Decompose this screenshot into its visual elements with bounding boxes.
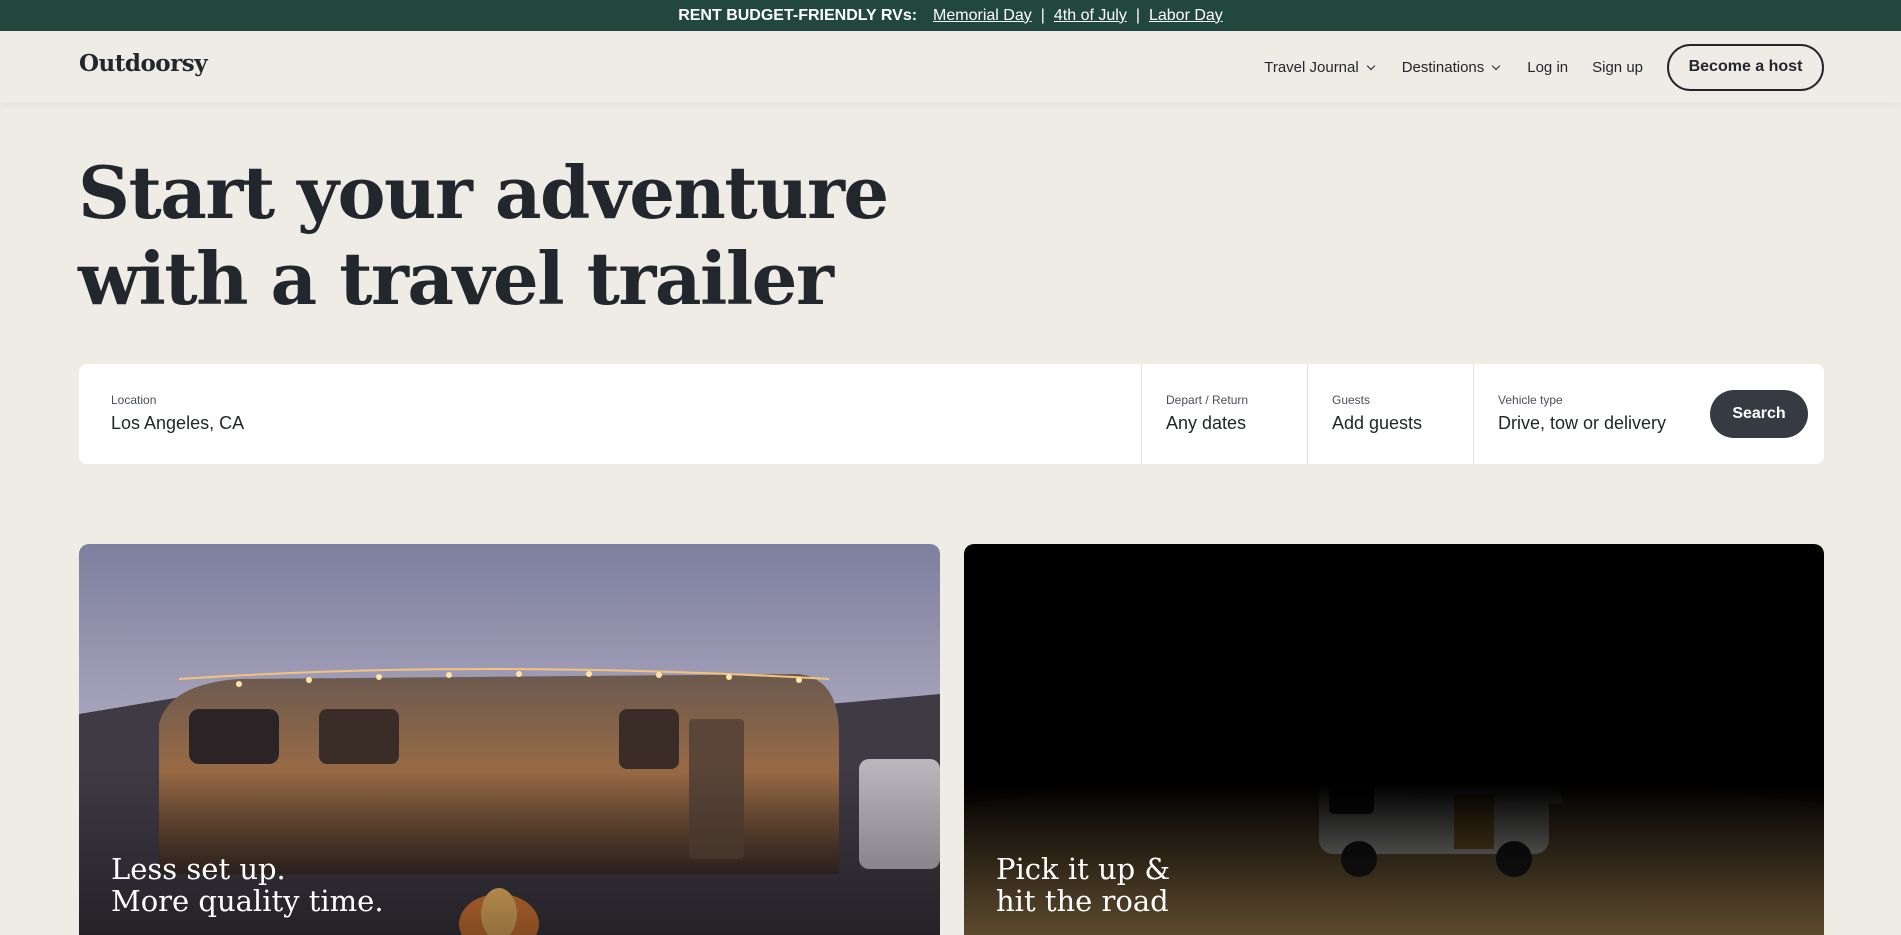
promo-card-campervan[interactable]: Pick it up & hit the road <box>964 544 1824 935</box>
hero-title-line2: with a travel trailer <box>78 236 834 321</box>
chevron-down-icon <box>1492 61 1501 70</box>
guests-field[interactable]: Guests Add guests <box>1332 364 1472 464</box>
card-title-campervan: Pick it up & hit the road <box>996 853 1170 917</box>
promo-link-memorial-day[interactable]: Memorial Day <box>933 7 1032 25</box>
dates-field[interactable]: Depart / Return Any dates <box>1166 364 1306 464</box>
chevron-down-icon <box>1366 61 1375 70</box>
vehicle-type-field[interactable]: Vehicle type Drive, tow or delivery <box>1498 364 1703 464</box>
card-title-trailer: Less set up. More quality time. <box>111 853 384 917</box>
promo-separator: | <box>1040 6 1045 24</box>
promo-card-trailer[interactable]: Less set up. More quality time. <box>79 544 940 935</box>
signup-link[interactable]: Sign up <box>1592 59 1643 76</box>
guests-value[interactable]: Add guests <box>1332 413 1472 434</box>
search-button[interactable]: Search <box>1710 390 1808 438</box>
vehicle-type-value[interactable]: Drive, tow or delivery <box>1498 413 1703 434</box>
nav-travel-journal[interactable]: Travel Journal <box>1264 58 1375 76</box>
search-divider <box>1307 364 1308 464</box>
promo-link-4th-of-july[interactable]: 4th of July <box>1054 7 1127 25</box>
card-title-line1: Less set up. <box>111 852 286 886</box>
search-divider <box>1141 364 1142 464</box>
search-bar: Location Los Angeles, CA Depart / Return… <box>79 364 1824 464</box>
guests-label: Guests <box>1332 393 1371 407</box>
nav-travel-journal-label: Travel Journal <box>1264 58 1359 76</box>
top-nav: Outdoorsy Travel Journal Destinations Lo… <box>0 31 1901 103</box>
location-value[interactable]: Los Angeles, CA <box>111 413 1111 434</box>
promo-separator: | <box>1135 6 1140 24</box>
dates-value[interactable]: Any dates <box>1166 413 1306 434</box>
logo[interactable]: Outdoorsy <box>79 50 208 77</box>
hero-title-line1: Start your adventure <box>78 150 889 235</box>
nav-links: Travel Journal Destinations Log in Sign … <box>1264 31 1901 103</box>
promo-lead: RENT BUDGET-FRIENDLY RVs: <box>678 6 918 24</box>
card-title-line1: Pick it up & <box>996 852 1171 886</box>
search-divider <box>1473 364 1474 464</box>
nav-destinations-label: Destinations <box>1401 58 1485 76</box>
become-host-button[interactable]: Become a host <box>1667 43 1824 91</box>
promo-link-labor-day[interactable]: Labor Day <box>1149 7 1223 25</box>
login-link[interactable]: Log in <box>1527 59 1568 76</box>
dates-label: Depart / Return <box>1166 393 1249 407</box>
promo-banner: RENT BUDGET-FRIENDLY RVs: Memorial Day |… <box>0 0 1901 31</box>
card-title-line2: More quality time. <box>111 884 384 918</box>
location-field[interactable]: Location Los Angeles, CA <box>111 364 1111 464</box>
hero-title: Start your adventure with a travel trail… <box>78 150 889 322</box>
nav-destinations[interactable]: Destinations <box>1401 58 1501 76</box>
vehicle-type-label: Vehicle type <box>1498 393 1563 407</box>
location-label: Location <box>111 393 157 407</box>
card-title-line2: hit the road <box>996 884 1169 918</box>
